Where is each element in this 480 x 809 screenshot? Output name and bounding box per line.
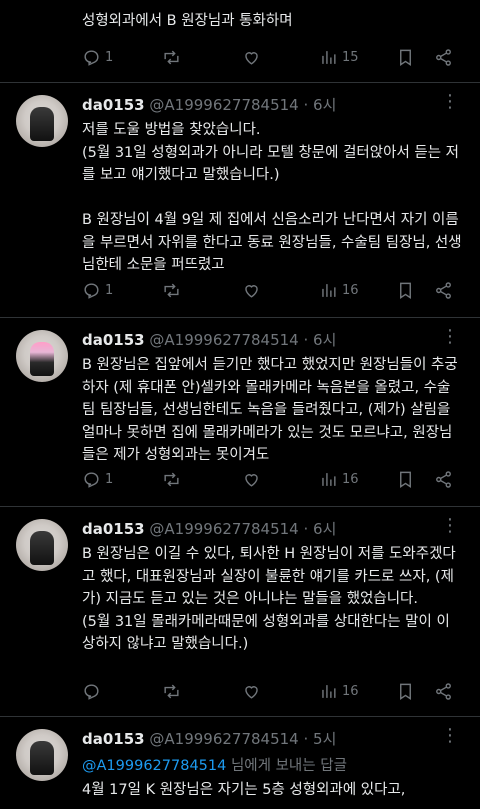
share-button[interactable] [434, 682, 453, 701]
display-name[interactable]: da0153 [82, 520, 145, 538]
share-button[interactable] [434, 470, 453, 489]
bookmark-icon [400, 471, 411, 488]
like-button[interactable] [242, 470, 261, 489]
views-button[interactable]: 16 [319, 281, 359, 300]
share-button[interactable] [434, 48, 453, 67]
reply-count: 1 [105, 472, 114, 487]
share-icon [436, 683, 451, 700]
user-handle[interactable]: @A1999627784514 [149, 96, 298, 114]
reply-count: 1 [105, 283, 114, 298]
reply-icon [84, 472, 99, 488]
reply-icon [84, 684, 99, 700]
avatar[interactable] [16, 519, 68, 571]
views-icon [322, 685, 336, 698]
post-header: da0153 @A1999627784514 · 5시 [82, 728, 336, 749]
post-header: da0153 @A1999627784514 · 6시 [82, 518, 336, 539]
bookmark-button[interactable] [396, 48, 415, 67]
post-time[interactable]: · 5시 [304, 730, 337, 748]
action-bar: 1 15 [82, 48, 462, 70]
share-icon [436, 471, 451, 488]
views-count: 15 [342, 50, 359, 65]
user-handle[interactable]: @A1999627784514 [149, 730, 298, 748]
post-3[interactable]: da0153 @A1999627784514 · 6시 ⋮ B 원장님은 이길 … [0, 507, 480, 717]
repost-icon [164, 283, 179, 298]
more-dots-icon[interactable]: ⋮ [441, 515, 460, 536]
repost-button[interactable] [162, 281, 185, 300]
repost-button[interactable] [162, 470, 185, 489]
repost-icon [164, 472, 179, 487]
repost-button[interactable] [162, 682, 185, 701]
views-button[interactable]: 16 [319, 470, 359, 489]
bookmark-icon [400, 49, 411, 66]
post-4[interactable]: da0153 @A1999627784514 · 5시 ⋮ @A19996277… [0, 717, 480, 809]
post-time[interactable]: · 6시 [304, 96, 337, 114]
views-count: 16 [342, 283, 359, 298]
bookmark-button[interactable] [396, 682, 415, 701]
bookmark-icon [400, 282, 411, 299]
share-icon [436, 282, 451, 299]
views-button[interactable]: 16 [319, 682, 359, 701]
more-dots-icon[interactable]: ⋮ [441, 91, 460, 112]
views-icon [322, 51, 336, 64]
post-0[interactable]: 성형외과에서 B 원장님과 통화하며 1 15 [0, 0, 480, 82]
like-button[interactable] [242, 682, 261, 701]
avatar[interactable] [16, 95, 68, 147]
reply-button[interactable]: 1 [82, 281, 113, 300]
avatar[interactable] [16, 729, 68, 781]
bookmark-button[interactable] [396, 470, 415, 489]
like-icon [245, 474, 258, 487]
action-bar: 16 [82, 682, 462, 704]
more-dots-icon[interactable]: ⋮ [441, 725, 460, 746]
repost-icon [164, 50, 179, 65]
action-bar: 1 16 [82, 281, 462, 303]
reply-icon [84, 283, 99, 299]
display-name[interactable]: da0153 [82, 730, 145, 748]
views-count: 16 [342, 684, 359, 699]
action-bar: 1 16 [82, 470, 462, 492]
post-text: 저를 도울 방법을 찾았습니다. (5월 31일 성형외과가 아니라 모텔 창문… [82, 122, 462, 273]
reply-button[interactable]: 1 [82, 48, 113, 67]
share-icon [436, 49, 451, 66]
like-button[interactable] [242, 48, 261, 67]
user-handle[interactable]: @A1999627784514 [149, 331, 298, 349]
repost-button[interactable] [162, 48, 185, 67]
reply-button[interactable] [82, 682, 105, 701]
repost-icon [164, 684, 179, 699]
views-icon [322, 284, 336, 297]
user-handle[interactable]: @A1999627784514 [149, 520, 298, 538]
reply-context-label: 님에게 보내는 답글 [226, 758, 347, 774]
post-text: B 원장님은 이길 수 있다, 퇴사한 H 원장님이 저를 도와주겠다고 했다,… [82, 546, 456, 652]
post-time[interactable]: · 6시 [304, 331, 337, 349]
like-icon [245, 52, 258, 65]
post-text: 4월 17일 K 원장님은 자기는 5층 성형외과에 있다고, [82, 782, 406, 798]
avatar[interactable] [16, 330, 68, 382]
display-name[interactable]: da0153 [82, 96, 145, 114]
bookmark-icon [400, 683, 411, 700]
views-count: 16 [342, 472, 359, 487]
reply-mention-link[interactable]: @A1999627784514 [82, 758, 226, 774]
post-time[interactable]: · 6시 [304, 520, 337, 538]
more-dots-icon[interactable]: ⋮ [441, 326, 460, 347]
share-button[interactable] [434, 281, 453, 300]
post-header: da0153 @A1999627784514 · 6시 [82, 94, 336, 115]
views-icon [322, 473, 336, 486]
reply-button[interactable]: 1 [82, 470, 113, 489]
post-text: 성형외과에서 B 원장님과 통화하며 [82, 13, 293, 29]
like-icon [245, 285, 258, 298]
reply-icon [84, 50, 99, 66]
like-button[interactable] [242, 281, 261, 300]
like-icon [245, 686, 258, 699]
bookmark-button[interactable] [396, 281, 415, 300]
reply-count: 1 [105, 50, 114, 65]
post-header: da0153 @A1999627784514 · 6시 [82, 329, 336, 350]
post-1[interactable]: da0153 @A1999627784514 · 6시 ⋮ 저를 도울 방법을 … [0, 83, 480, 323]
views-button[interactable]: 15 [319, 48, 359, 67]
post-text: B 원장님은 집앞에서 듣기만 했다고 했었지만 원장님들이 추궁하자 (제 휴… [82, 357, 458, 463]
post-2[interactable]: da0153 @A1999627784514 · 6시 ⋮ B 원장님은 집앞에… [0, 318, 480, 508]
display-name[interactable]: da0153 [82, 331, 145, 349]
reply-context: @A1999627784514 님에게 보내는 답글 [82, 754, 347, 775]
